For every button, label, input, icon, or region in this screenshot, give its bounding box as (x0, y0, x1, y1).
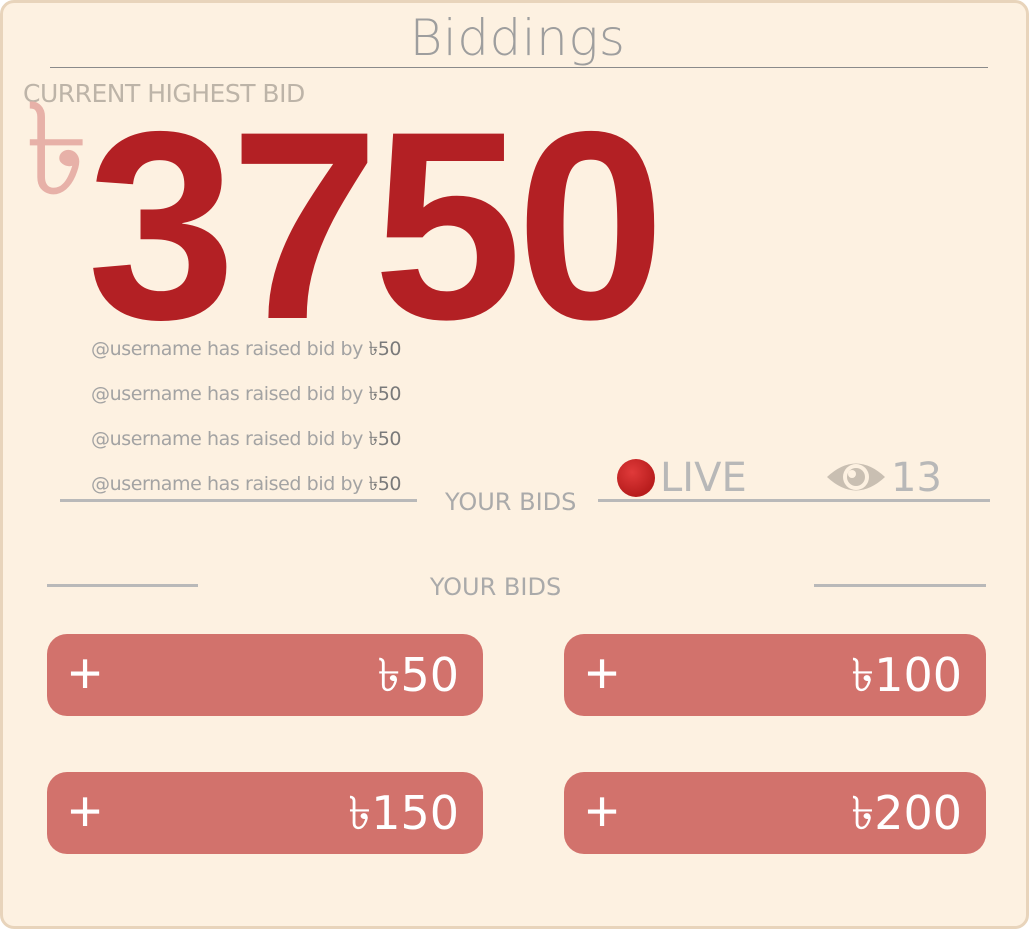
eye-icon (827, 463, 885, 491)
bid-50-button[interactable]: + ৳50 (47, 634, 483, 716)
currency-symbol: ৳ (25, 76, 89, 225)
plus-icon: + (585, 641, 619, 706)
bid-150-button[interactable]: + ৳150 (47, 772, 483, 854)
divider-left (60, 499, 417, 502)
bid-amount-label: ৳200 (851, 786, 962, 840)
section-divider-right (814, 584, 986, 587)
page-title: Biddings (409, 9, 626, 67)
feed-item-text: @username has raised bid by (91, 338, 369, 360)
feed-item: @username has raised bid by ৳50 (91, 470, 402, 515)
feed-item: @username has raised bid by ৳50 (91, 380, 402, 425)
bidding-panel: Biddings CURRENT HIGHEST BID ৳ 3750 @use… (0, 0, 1029, 929)
feed-item-amount: ৳50 (368, 428, 402, 450)
plus-icon: + (68, 641, 102, 706)
feed-item-text: @username has raised bid by (91, 473, 369, 495)
your-bids-status-label: YOUR BIDS (445, 488, 577, 516)
live-label: LIVE (660, 455, 747, 501)
feed-item-amount: ৳50 (368, 473, 402, 495)
feed-item-text: @username has raised bid by (91, 383, 369, 405)
feed-item-amount: ৳50 (368, 338, 402, 360)
bid-amount-label: ৳50 (377, 648, 459, 702)
bid-200-button[interactable]: + ৳200 (564, 772, 986, 854)
feed-item: @username has raised bid by ৳50 (91, 425, 402, 470)
feed-item: @username has raised bid by ৳50 (91, 335, 402, 380)
viewer-count: 13 (891, 455, 942, 501)
live-dot-icon (617, 459, 655, 497)
plus-icon: + (68, 779, 102, 844)
feed-item-amount: ৳50 (368, 383, 402, 405)
bid-amount-label: ৳100 (851, 648, 962, 702)
bid-feed: @username has raised bid by ৳50 @usernam… (91, 335, 402, 515)
your-bids-section-label: YOUR BIDS (429, 573, 562, 601)
bid-100-button[interactable]: + ৳100 (564, 634, 986, 716)
plus-icon: + (585, 779, 619, 844)
feed-item-text: @username has raised bid by (91, 428, 369, 450)
title-divider (50, 67, 988, 68)
bid-amount-label: ৳150 (348, 786, 459, 840)
current-bid-amount: 3750 (87, 75, 665, 375)
